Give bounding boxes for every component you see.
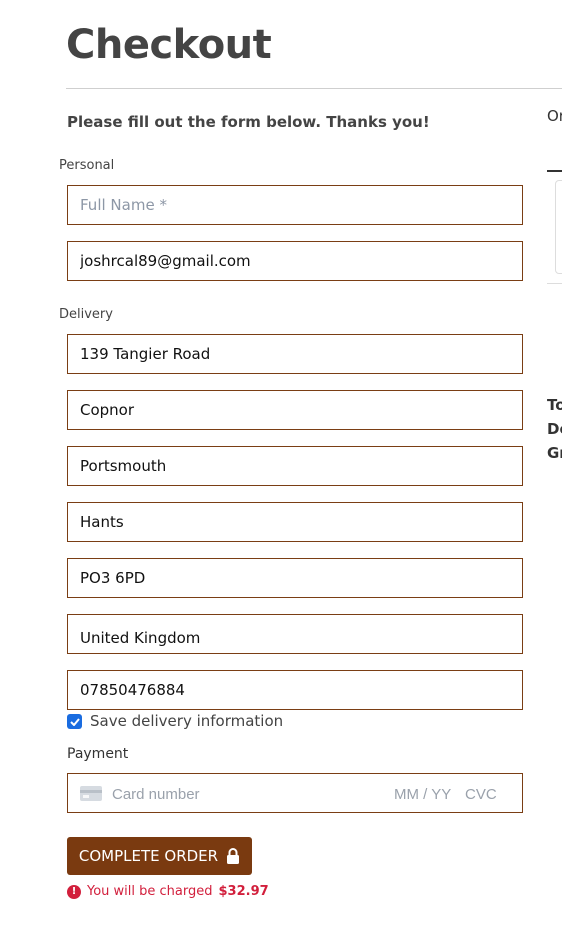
- email-field[interactable]: [67, 241, 523, 281]
- card-number-placeholder[interactable]: Card number: [112, 786, 200, 803]
- check-icon: [69, 717, 80, 726]
- page-title: Checkout: [66, 22, 272, 68]
- section-label-payment: Payment: [67, 746, 129, 762]
- country-selected-value: United Kingdom: [80, 629, 201, 647]
- order-summary-heading: Or: [547, 107, 562, 125]
- summary-rule: [547, 283, 562, 284]
- charge-amount: $32.97: [218, 884, 269, 899]
- street-address-2-field[interactable]: [67, 390, 523, 430]
- street-address-1-field[interactable]: [67, 334, 523, 374]
- county-field[interactable]: [67, 502, 523, 542]
- section-label-delivery: Delivery: [59, 307, 113, 322]
- credit-card-icon: [80, 786, 102, 801]
- full-name-field[interactable]: [67, 185, 523, 225]
- street-address-1-input[interactable]: [68, 335, 522, 373]
- town-city-input[interactable]: [68, 447, 522, 485]
- email-input[interactable]: [68, 242, 522, 280]
- postcode-field[interactable]: [67, 558, 523, 598]
- form-instructions: Please fill out the form below. Thanks y…: [67, 113, 430, 131]
- alert-circle-icon: !: [67, 884, 81, 899]
- section-label-personal: Personal: [59, 158, 115, 173]
- country-select[interactable]: United Kingdom: [67, 614, 523, 654]
- summary-divider: [547, 170, 562, 172]
- lock-icon: [227, 848, 240, 864]
- card-cvc-placeholder[interactable]: CVC: [465, 786, 497, 803]
- complete-order-label: COMPLETE ORDER: [78, 847, 219, 865]
- summary-total-label: To: [547, 396, 562, 414]
- title-divider: [66, 88, 562, 89]
- postcode-input[interactable]: [68, 559, 522, 597]
- charge-text: You will be charged: [87, 884, 213, 899]
- county-input[interactable]: [68, 503, 522, 541]
- card-expiry-placeholder[interactable]: MM / YY: [394, 786, 451, 803]
- complete-order-button[interactable]: COMPLETE ORDER: [67, 837, 252, 875]
- town-city-field[interactable]: [67, 446, 523, 486]
- summary-grand-total-label: Gr: [547, 444, 562, 462]
- card-element[interactable]: Card number MM / YY CVC: [67, 773, 523, 813]
- save-info-checkbox[interactable]: [67, 714, 82, 729]
- save-info-label[interactable]: Save delivery information: [90, 712, 283, 730]
- summary-item-card: [555, 180, 562, 274]
- phone-input[interactable]: [68, 671, 522, 709]
- summary-delivery-label: De: [547, 420, 562, 438]
- charge-notice: ! You will be charged $32.97: [67, 884, 269, 899]
- phone-field[interactable]: [67, 670, 523, 710]
- street-address-2-input[interactable]: [68, 391, 522, 429]
- full-name-input[interactable]: [68, 186, 522, 224]
